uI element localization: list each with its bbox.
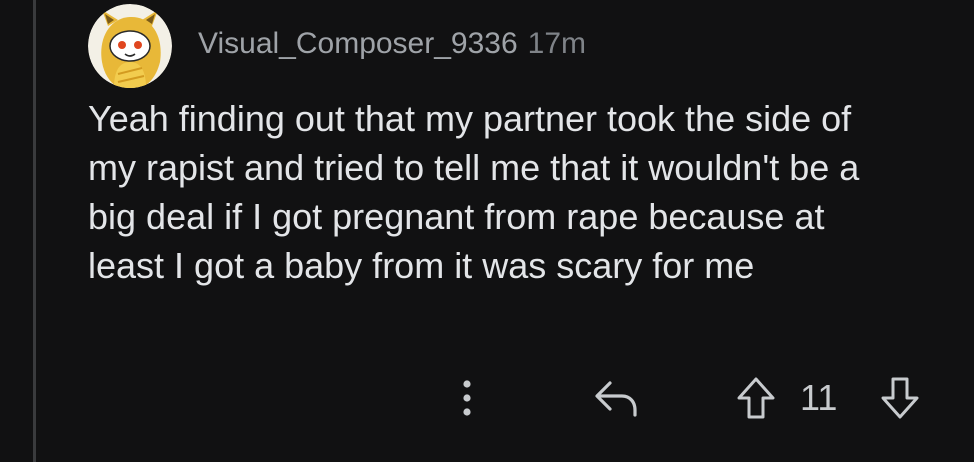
thread-line[interactable] bbox=[33, 0, 36, 462]
comment-meta: Visual_Composer_9336 17m bbox=[198, 24, 586, 64]
timestamp: 17m bbox=[527, 27, 587, 60]
upvote-arrow-icon bbox=[737, 377, 775, 419]
avatar[interactable] bbox=[88, 4, 172, 88]
username[interactable]: Visual_Composer_9336 bbox=[198, 27, 518, 60]
vote-count: 11 bbox=[800, 377, 838, 418]
downvote-button[interactable] bbox=[876, 370, 924, 426]
comment-body: Yeah finding out that my partner took th… bbox=[88, 98, 860, 286]
comment: Visual_Composer_9336 17m Yeah finding out… bbox=[88, 0, 958, 462]
downvote-arrow-icon bbox=[881, 377, 919, 419]
reply-button[interactable] bbox=[588, 370, 644, 426]
snoo-avatar-icon bbox=[88, 4, 172, 88]
more-options-button[interactable] bbox=[450, 370, 484, 426]
reply-arrow-icon bbox=[595, 381, 637, 417]
upvote-button[interactable] bbox=[732, 370, 780, 426]
more-vertical-icon bbox=[463, 380, 471, 416]
comment-actions: 11 bbox=[88, 370, 958, 430]
